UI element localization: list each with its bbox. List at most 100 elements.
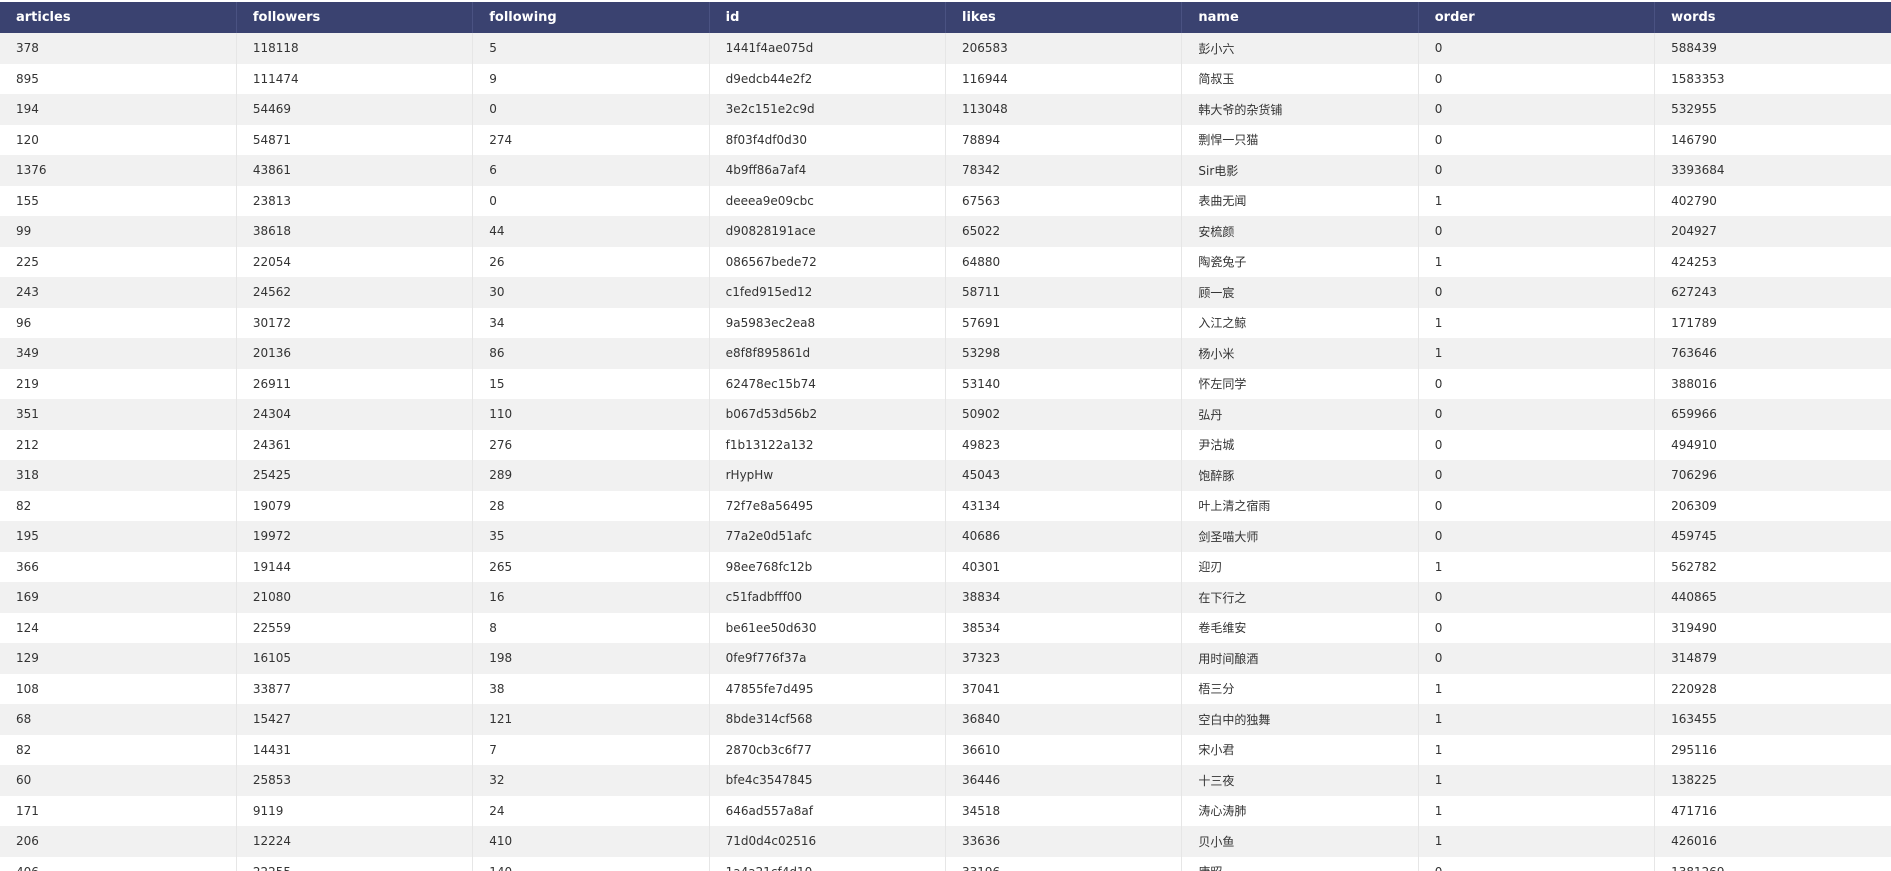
- cell-id: 4b9ff86a7af4: [709, 155, 947, 186]
- cell-order: 1: [1418, 551, 1656, 582]
- column-header-following[interactable]: following: [472, 2, 710, 33]
- column-header-articles[interactable]: articles: [0, 2, 237, 33]
- cell-likes: 53298: [945, 338, 1183, 369]
- cell-followers: 12224: [236, 826, 474, 857]
- cell-followers: 111474: [236, 63, 474, 94]
- header-row: articles followers following id likes name ord…: [0, 2, 1891, 33]
- column-header-words[interactable]: words: [1655, 2, 1891, 33]
- column-header-followers[interactable]: followers: [236, 2, 474, 33]
- cell-order: 0: [1418, 612, 1656, 643]
- cell-name: 入江之鲸: [1181, 307, 1419, 338]
- cell-order: 0: [1418, 63, 1656, 94]
- cell-order: 1: [1418, 185, 1656, 216]
- cell-following: 15: [472, 368, 710, 399]
- cell-followers: 22255: [236, 856, 474, 871]
- cell-followers: 19079: [236, 490, 474, 521]
- cell-name: 贝小鱼: [1181, 826, 1419, 857]
- cell-words: 424253: [1671, 254, 1717, 269]
- cell-articles: 82: [0, 490, 237, 521]
- table-row: 155 23813 0 deeea9e09cbc 67563 表曲无闻 1 402790: [0, 185, 1891, 216]
- cell-words: 388016: [1671, 376, 1717, 391]
- table-row: 68 15427 121 8bde314cf568 36840 空白中的独舞 1 163455: [0, 704, 1891, 735]
- data-table-container: articles followers following id likes name ord…: [0, 2, 1891, 871]
- cell-followers: 16105: [236, 643, 474, 674]
- cell-order: 1: [1418, 826, 1656, 857]
- cell-id: be61ee50d630: [709, 612, 947, 643]
- cell-likes: 36840: [945, 704, 1183, 735]
- cell-words: 402790: [1671, 193, 1717, 208]
- column-header-id[interactable]: id: [709, 2, 947, 33]
- cell-likes: 45043: [945, 460, 1183, 491]
- cell-order: 0: [1418, 643, 1656, 674]
- cell-likes: 38534: [945, 612, 1183, 643]
- cell-name: 涛心涛肺: [1181, 795, 1419, 826]
- cell-following: 289: [472, 460, 710, 491]
- cell-name: 迎刃: [1181, 551, 1419, 582]
- cell-followers: 21080: [236, 582, 474, 613]
- cell-words: 146790: [1671, 132, 1717, 147]
- cell-words: 319490: [1671, 620, 1717, 635]
- cell-following: 28: [472, 490, 710, 521]
- cell-order: 0: [1418, 94, 1656, 125]
- cell-articles: 96: [0, 307, 237, 338]
- cell-likes: 78894: [945, 124, 1183, 155]
- cell-words: 1381269: [1655, 857, 1891, 871]
- cell-articles: 171: [0, 795, 237, 826]
- cell-following: 9: [472, 63, 710, 94]
- cell-articles: 366: [0, 551, 237, 582]
- data-table: articles followers following id likes name ord…: [0, 2, 1891, 871]
- table-row: 194 54469 0 3e2c151e2c9d 113048 韩大爷的杂货铺 0 53295…: [0, 94, 1891, 125]
- table-row: 366 19144 265 98ee768fc12b 40301 迎刃 1 562782: [0, 551, 1891, 582]
- cell-likes: 33196: [945, 856, 1183, 871]
- cell-id: 1a4a21cf4d10: [709, 856, 947, 871]
- cell-following: 16: [472, 582, 710, 613]
- cell-following: 30: [472, 277, 710, 308]
- cell-likes: 38834: [945, 582, 1183, 613]
- cell-words: 440865: [1671, 590, 1717, 605]
- table-row: 96 30172 34 9a5983ec2ea8 57691 入江之鲸 1 171789: [0, 307, 1891, 338]
- cell-words: 471716: [1671, 803, 1717, 818]
- cell-id: d9edcb44e2f2: [709, 63, 947, 94]
- cell-id: 646ad557a8af: [709, 795, 947, 826]
- cell-followers: 24562: [236, 277, 474, 308]
- cell-articles: 406: [0, 856, 237, 871]
- cell-name: 陶瓷兔子: [1181, 246, 1419, 277]
- cell-articles: 212: [0, 429, 237, 460]
- cell-followers: 23813: [236, 185, 474, 216]
- cell-likes: 116944: [945, 63, 1183, 94]
- cell-following: 265: [472, 551, 710, 582]
- table-row: 171 9119 24 646ad557a8af 34518 涛心涛肺 1 471716: [0, 795, 1891, 826]
- cell-likes: 67563: [945, 185, 1183, 216]
- cell-articles: 318: [0, 460, 237, 491]
- cell-likes: 49823: [945, 429, 1183, 460]
- cell-articles: 108: [0, 673, 237, 704]
- table-row: 120 54871 274 8f03f4df0d30 78894 剽悍一只猫 0 146790: [0, 124, 1891, 155]
- cell-name: 杨小米: [1181, 338, 1419, 369]
- cell-order: 0: [1418, 429, 1656, 460]
- cell-id: 086567bede72: [709, 246, 947, 277]
- table-row: 206 12224 410 71d0d4c02516 33636 贝小鱼 1 426016: [0, 826, 1891, 857]
- cell-id: 77a2e0d51afc: [709, 521, 947, 552]
- cell-id: c51fadbfff00: [709, 582, 947, 613]
- cell-following: 5: [472, 33, 710, 64]
- cell-followers: 30172: [236, 307, 474, 338]
- table-row: 82 19079 28 72f7e8a56495 43134 叶上清之宿雨 0 206309: [0, 490, 1891, 521]
- cell-name: 弘丹: [1181, 399, 1419, 430]
- column-header-order[interactable]: order: [1418, 2, 1656, 33]
- cell-name: 韩大爷的杂货铺: [1181, 94, 1419, 125]
- cell-name: 简叔玉: [1181, 63, 1419, 94]
- cell-following: 274: [472, 124, 710, 155]
- column-header-name[interactable]: name: [1181, 2, 1419, 33]
- cell-order: 1: [1418, 734, 1656, 765]
- cell-words: 627243: [1671, 285, 1717, 300]
- cell-followers: 19972: [236, 521, 474, 552]
- table-row: 378 118118 5 1441f4ae075d 206583 彭小六 0 588439: [0, 33, 1891, 64]
- cell-followers: 15427: [236, 704, 474, 735]
- cell-articles: 194: [0, 94, 237, 125]
- cell-following: 44: [472, 216, 710, 247]
- cell-likes: 65022: [945, 216, 1183, 247]
- table-row: 351 24304 110 b067d53d56b2 50902 弘丹 0 659966: [0, 399, 1891, 430]
- column-header-likes[interactable]: likes: [945, 2, 1183, 33]
- cell-following: 26: [472, 246, 710, 277]
- cell-following: 110: [472, 399, 710, 430]
